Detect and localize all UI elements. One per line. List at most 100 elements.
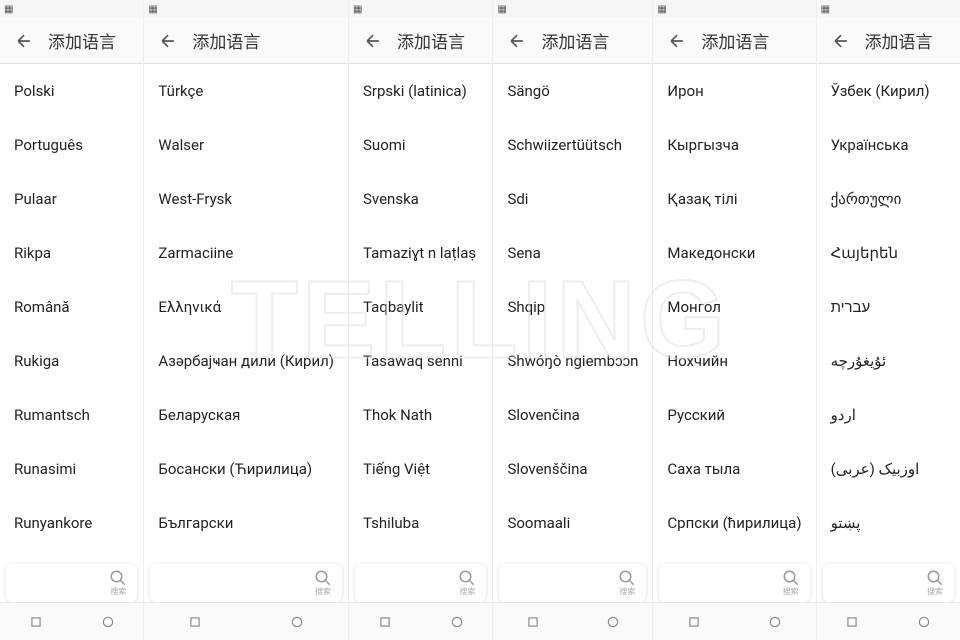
- list-item[interactable]: Босански (Ћирилица): [144, 442, 348, 496]
- language-list[interactable]: Ўзбек (Кирил)УкраїнськаქართულიՀայերենעבר…: [817, 64, 960, 640]
- header-title: 添加语言: [192, 28, 260, 53]
- search-bar[interactable]: 搜索: [6, 564, 137, 602]
- header-title: 添加语言: [397, 28, 465, 53]
- nav-recent-button[interactable]: [674, 607, 714, 637]
- list-item[interactable]: Sängö: [493, 64, 652, 118]
- list-item[interactable]: Schwiizertüütsch: [493, 118, 652, 172]
- header-title: 添加语言: [865, 28, 933, 53]
- list-item[interactable]: Thok Nath: [349, 388, 492, 442]
- header: 添加语言: [653, 18, 815, 64]
- list-item[interactable]: Suomi: [349, 118, 492, 172]
- list-item[interactable]: West-Frysk: [144, 172, 348, 226]
- nav-home-button[interactable]: [88, 607, 128, 637]
- list-item[interactable]: اردو: [817, 388, 960, 442]
- list-item[interactable]: Հայերեն: [817, 226, 960, 280]
- list-item[interactable]: Українська: [817, 118, 960, 172]
- list-item[interactable]: Shwóŋò ngiembɔɔn: [493, 334, 652, 388]
- back-button[interactable]: [8, 25, 40, 57]
- list-item[interactable]: Ελληνικά: [144, 280, 348, 334]
- list-item[interactable]: Беларуская: [144, 388, 348, 442]
- list-item[interactable]: Shqip: [493, 280, 652, 334]
- list-item[interactable]: Русский: [653, 388, 815, 442]
- list-item[interactable]: Нохчийн: [653, 334, 815, 388]
- language-list[interactable]: SängöSchwiizertüütschSdiSenaShqipShwóŋò …: [493, 64, 652, 640]
- search-icon[interactable]: 搜索: [314, 569, 332, 597]
- list-item[interactable]: Саха тыла: [653, 442, 815, 496]
- phone-panel: ▦添加语言Ўзбек (Кирил)УкраїнськаქართულიՀայեր…: [817, 0, 960, 640]
- list-item[interactable]: Soomaali: [493, 496, 652, 550]
- nav-home-button[interactable]: [593, 607, 633, 637]
- back-button[interactable]: [152, 25, 184, 57]
- list-item[interactable]: Sdi: [493, 172, 652, 226]
- list-item[interactable]: Ирон: [653, 64, 815, 118]
- language-list[interactable]: PolskiPortuguêsPulaarRikpaRomânăRukigaRu…: [0, 64, 143, 640]
- list-item[interactable]: Rukiga: [0, 334, 143, 388]
- language-list[interactable]: ИронКыргызчаҚазақ тіліМакедонскиМонголНо…: [653, 64, 815, 640]
- list-item[interactable]: Runasimi: [0, 442, 143, 496]
- phone-panel: ▦添加语言ИронКыргызчаҚазақ тіліМакедонскиМон…: [653, 0, 816, 640]
- search-icon[interactable]: 搜索: [782, 569, 800, 597]
- search-icon[interactable]: 搜索: [618, 569, 636, 597]
- list-item[interactable]: ქართული: [817, 172, 960, 226]
- list-item[interactable]: Tshiluba: [349, 496, 492, 550]
- list-item[interactable]: Srpski (latinica): [349, 64, 492, 118]
- list-item[interactable]: Slovenčina: [493, 388, 652, 442]
- nav-home-button[interactable]: [755, 607, 795, 637]
- list-item[interactable]: پښتو: [817, 496, 960, 550]
- list-item[interactable]: Қазақ тілі: [653, 172, 815, 226]
- back-button[interactable]: [501, 25, 533, 57]
- nav-recent-button[interactable]: [832, 607, 872, 637]
- search-icon[interactable]: 搜索: [926, 569, 944, 597]
- list-item[interactable]: Српски (ћирилица): [653, 496, 815, 550]
- search-bar[interactable]: 搜索: [499, 564, 646, 602]
- search-bar[interactable]: 搜索: [823, 564, 954, 602]
- back-button[interactable]: [357, 25, 389, 57]
- status-icon: ▦: [497, 4, 506, 15]
- nav-recent-button[interactable]: [175, 607, 215, 637]
- nav-recent-button[interactable]: [365, 607, 405, 637]
- list-item[interactable]: Кыргызча: [653, 118, 815, 172]
- search-icon[interactable]: 搜索: [109, 569, 127, 597]
- nav-recent-button[interactable]: [513, 607, 553, 637]
- list-item[interactable]: Zarmaciine: [144, 226, 348, 280]
- nav-home-button[interactable]: [904, 607, 944, 637]
- search-bar[interactable]: 搜索: [355, 564, 486, 602]
- back-button[interactable]: [825, 25, 857, 57]
- search-icon[interactable]: 搜索: [458, 569, 476, 597]
- list-item[interactable]: Ўзбек (Кирил): [817, 64, 960, 118]
- language-list[interactable]: Srpski (latinica)SuomiSvenskaTamaziɣt n …: [349, 64, 492, 640]
- search-bar[interactable]: 搜索: [659, 564, 809, 602]
- list-item[interactable]: Polski: [0, 64, 143, 118]
- nav-home-button[interactable]: [277, 607, 317, 637]
- nav-bar: [817, 602, 960, 640]
- nav-home-button[interactable]: [437, 607, 477, 637]
- list-item[interactable]: Sena: [493, 226, 652, 280]
- list-item[interactable]: Svenska: [349, 172, 492, 226]
- list-item[interactable]: Rikpa: [0, 226, 143, 280]
- list-item[interactable]: اوزبیک (عربی): [817, 442, 960, 496]
- nav-recent-button[interactable]: [16, 607, 56, 637]
- list-item[interactable]: Română: [0, 280, 143, 334]
- list-item[interactable]: Türkçe: [144, 64, 348, 118]
- list-item[interactable]: Taqbaylit: [349, 280, 492, 334]
- list-item[interactable]: Tiếng Việt: [349, 442, 492, 496]
- list-item[interactable]: Македонски: [653, 226, 815, 280]
- list-item[interactable]: Rumantsch: [0, 388, 143, 442]
- list-item[interactable]: Български: [144, 496, 348, 550]
- language-list[interactable]: TürkçeWalserWest-FryskZarmaciineΕλληνικά…: [144, 64, 348, 640]
- phone-panel: ▦添加语言TürkçeWalserWest-FryskZarmaciineΕλλ…: [144, 0, 349, 640]
- list-item[interactable]: Runyankore: [0, 496, 143, 550]
- list-item[interactable]: ئۇيغۇرچە: [817, 334, 960, 388]
- list-item[interactable]: Walser: [144, 118, 348, 172]
- list-item[interactable]: Монгол: [653, 280, 815, 334]
- list-item[interactable]: Азәрбајҹан дили (Кирил): [144, 334, 348, 388]
- search-bar[interactable]: 搜索: [150, 564, 342, 602]
- list-item[interactable]: Slovenščina: [493, 442, 652, 496]
- list-item[interactable]: Tasawaq senni: [349, 334, 492, 388]
- back-button[interactable]: [661, 25, 693, 57]
- list-item[interactable]: Tamaziɣt n laṭlaṣ: [349, 226, 492, 280]
- list-item[interactable]: Pulaar: [0, 172, 143, 226]
- list-item[interactable]: עברית: [817, 280, 960, 334]
- search-label: 搜索: [619, 586, 635, 597]
- list-item[interactable]: Português: [0, 118, 143, 172]
